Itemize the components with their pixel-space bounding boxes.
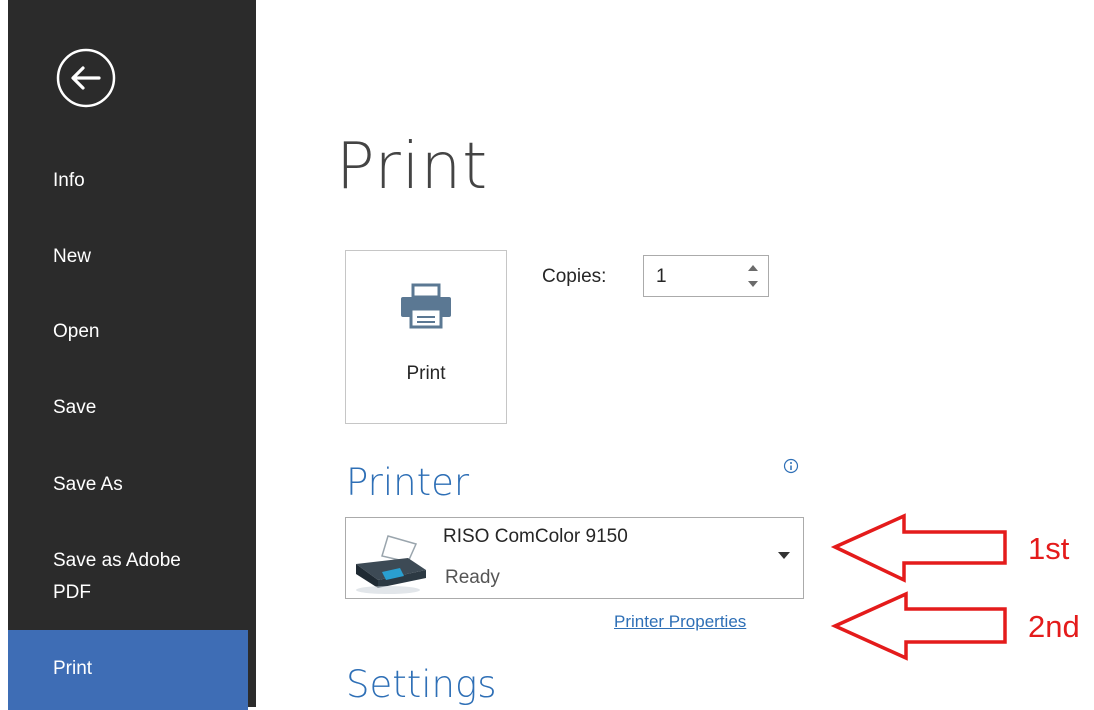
annotation-arrow-first [830,513,1007,583]
dropdown-caret-icon [778,552,790,559]
printer-name: RISO ComColor 9150 [443,526,628,547]
annotation-label-second: 2nd [1028,609,1080,644]
spin-down-icon[interactable] [746,277,760,291]
copies-label: Copies: [542,266,607,287]
sidebar-item-save-as-adobe-pdf[interactable]: Save as Adobe PDF [8,545,248,609]
settings-heading: Settings [346,663,497,706]
printer-properties-link[interactable]: Printer Properties [614,612,746,632]
sidebar-item-open[interactable]: Open [8,317,248,347]
page-title: Print [336,130,489,204]
back-button[interactable] [55,47,117,109]
info-icon[interactable] [783,458,799,474]
printer-heading: Printer [346,461,470,504]
print-button[interactable]: Print [345,250,507,424]
sidebar-item-new[interactable]: New [8,242,248,272]
sidebar-item-save[interactable]: Save [8,393,248,423]
sidebar-item-print[interactable]: Print [8,630,248,710]
sidebar-item-save-as[interactable]: Save As [8,470,248,500]
copies-value[interactable]: 1 [656,266,667,288]
printer-dropdown[interactable]: RISO ComColor 9150 Ready [345,517,804,599]
spin-up-icon[interactable] [746,261,760,275]
annotation-arrow-second [830,591,1007,661]
sidebar-item-info[interactable]: Info [8,166,248,196]
printer-device-icon [356,535,426,594]
printer-icon [401,283,451,329]
print-button-label: Print [406,363,446,384]
back-arrow-icon [56,48,116,108]
printer-status: Ready [445,567,500,588]
copies-stepper[interactable]: 1 [643,255,769,297]
annotation-label-first: 1st [1028,531,1070,566]
